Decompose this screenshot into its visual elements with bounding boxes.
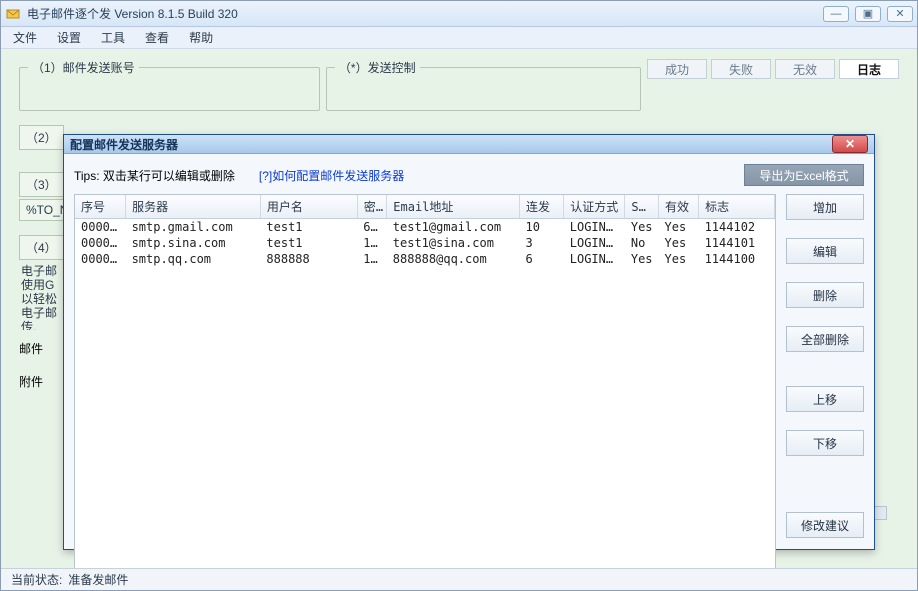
group-send-account-legend: （1）邮件发送账号 <box>28 59 139 76</box>
client-area: （1）邮件发送账号 （*）发送控制 成功 失败 无效 日志 （2） （3） %T… <box>1 49 917 568</box>
status-label: 当前状态: <box>11 571 62 588</box>
smtp-config-dialog: 配置邮件发送服务器 ✕ Tips: 双击某行可以编辑或删除 [?]如何配置邮件发… <box>63 134 875 550</box>
cell-auth: LOGIN... <box>564 235 625 251</box>
outer-titlebar[interactable]: 电子邮件逐个发 Version 8.1.5 Build 320 — ▣ ✕ <box>1 1 917 27</box>
menu-tools[interactable]: 工具 <box>95 27 131 48</box>
section-3-label: （3） <box>19 172 64 197</box>
status-value: 准备发邮件 <box>68 571 128 588</box>
cell-user: test1 <box>260 219 357 236</box>
app-icon <box>5 6 21 22</box>
cell-flag: 1144100 <box>699 251 775 267</box>
col-auth[interactable]: 认证方式 <box>564 195 625 219</box>
dialog-title: 配置邮件发送服务器 <box>70 136 832 153</box>
help-link[interactable]: [?]如何配置邮件发送服务器 <box>259 167 404 184</box>
col-valid[interactable]: 有效 <box>659 195 699 219</box>
cell-pwd: 6... <box>357 219 386 236</box>
cell-pwd: 1... <box>357 235 386 251</box>
grid-header-row[interactable]: 序号 服务器 用户名 密… Email地址 连发 认证方式 SSL 有效 <box>75 195 775 219</box>
close-window-button[interactable]: ✕ <box>887 6 913 22</box>
result-tabs: 成功 失败 无效 日志 <box>647 59 899 79</box>
dialog-titlebar[interactable]: 配置邮件发送服务器 ✕ <box>64 135 874 154</box>
edit-button[interactable]: 编辑 <box>786 238 864 264</box>
cell-user: test1 <box>260 235 357 251</box>
cell-auth: LOGIN... <box>564 251 625 267</box>
group-send-control-legend: （*）发送控制 <box>335 59 420 76</box>
cell-server: smtp.sina.com <box>126 235 261 251</box>
col-ssl[interactable]: SSL <box>625 195 659 219</box>
col-user[interactable]: 用户名 <box>260 195 357 219</box>
cell-pwd: 1... <box>357 251 386 267</box>
menu-view[interactable]: 查看 <box>139 27 175 48</box>
tips-text: 双击某行可以编辑或删除 <box>103 169 235 183</box>
group-send-control: （*）发送控制 <box>326 59 641 111</box>
server-table: 序号 服务器 用户名 密… Email地址 连发 认证方式 SSL 有效 <box>74 194 776 568</box>
cell-valid: Yes <box>659 219 699 236</box>
cell-auth: LOGIN... <box>564 219 625 236</box>
menubar: 文件 设置 工具 查看 帮助 <box>1 27 917 49</box>
window-title: 电子邮件逐个发 Version 8.1.5 Build 320 <box>27 5 823 22</box>
cell-email: 888888@qq.com <box>387 251 520 267</box>
col-server[interactable]: 服务器 <box>126 195 261 219</box>
move-down-button[interactable]: 下移 <box>786 430 864 456</box>
cell-seq: 000003 <box>75 251 126 267</box>
tips-label: Tips: 双击某行可以编辑或删除 <box>74 167 235 184</box>
cell-server: smtp.gmail.com <box>126 219 261 236</box>
group-send-account: （1）邮件发送账号 <box>19 59 320 111</box>
maximize-button[interactable]: ▣ <box>855 6 881 22</box>
cell-conn: 6 <box>520 251 564 267</box>
delete-button[interactable]: 删除 <box>786 282 864 308</box>
table-row[interactable]: 000001smtp.gmail.comtest16...test1@gmail… <box>75 219 775 236</box>
dialog-body: Tips: 双击某行可以编辑或删除 [?]如何配置邮件发送服务器 导出为Exce… <box>64 154 874 568</box>
dialog-top-row: Tips: 双击某行可以编辑或删除 [?]如何配置邮件发送服务器 导出为Exce… <box>74 164 864 186</box>
cell-flag: 1144101 <box>699 235 775 251</box>
window-title-buttons: — ▣ ✕ <box>823 6 913 22</box>
tab-invalid[interactable]: 无效 <box>775 59 835 79</box>
dialog-side-buttons: 增加 编辑 删除 全部删除 上移 下移 修改建议 <box>786 194 864 568</box>
cell-server: smtp.qq.com <box>126 251 261 267</box>
cell-seq: 000002 <box>75 235 126 251</box>
suggest-button[interactable]: 修改建议 <box>786 512 864 538</box>
cell-flag: 1144102 <box>699 219 775 236</box>
tab-log[interactable]: 日志 <box>839 59 899 79</box>
cell-seq: 000001 <box>75 219 126 236</box>
cell-email: test1@sina.com <box>387 235 520 251</box>
col-conn[interactable]: 连发 <box>520 195 564 219</box>
cell-email: test1@gmail.com <box>387 219 520 236</box>
cell-valid: Yes <box>659 251 699 267</box>
export-excel-button[interactable]: 导出为Excel格式 <box>744 164 864 186</box>
col-flag[interactable]: 标志 <box>699 195 775 219</box>
cell-ssl: Yes <box>625 251 659 267</box>
server-grid[interactable]: 序号 服务器 用户名 密… Email地址 连发 认证方式 SSL 有效 <box>75 195 775 267</box>
cell-ssl: No <box>625 235 659 251</box>
section-4-label: （4） <box>19 235 64 260</box>
cell-user: 888888 <box>260 251 357 267</box>
tab-success[interactable]: 成功 <box>647 59 707 79</box>
cell-conn: 3 <box>520 235 564 251</box>
move-up-button[interactable]: 上移 <box>786 386 864 412</box>
menu-settings[interactable]: 设置 <box>51 27 87 48</box>
statusbar: 当前状态: 准备发邮件 <box>1 568 917 590</box>
tips-prefix: Tips: <box>74 169 100 183</box>
col-pwd[interactable]: 密… <box>357 195 386 219</box>
col-seq[interactable]: 序号 <box>75 195 126 219</box>
add-button[interactable]: 增加 <box>786 194 864 220</box>
cell-valid: Yes <box>659 235 699 251</box>
delete-all-button[interactable]: 全部删除 <box>786 326 864 352</box>
dialog-close-icon[interactable]: ✕ <box>832 135 868 153</box>
minimize-button[interactable]: — <box>823 6 849 22</box>
menu-file[interactable]: 文件 <box>7 27 43 48</box>
cell-ssl: Yes <box>625 219 659 236</box>
table-row[interactable]: 000002smtp.sina.comtest11...test1@sina.c… <box>75 235 775 251</box>
menu-help[interactable]: 帮助 <box>183 27 219 48</box>
section-2-label: （2） <box>19 125 64 150</box>
col-email[interactable]: Email地址 <box>387 195 520 219</box>
outer-window: 电子邮件逐个发 Version 8.1.5 Build 320 — ▣ ✕ 文件… <box>0 0 918 591</box>
table-row[interactable]: 000003smtp.qq.com8888881...888888@qq.com… <box>75 251 775 267</box>
tab-fail[interactable]: 失败 <box>711 59 771 79</box>
cell-conn: 10 <box>520 219 564 236</box>
